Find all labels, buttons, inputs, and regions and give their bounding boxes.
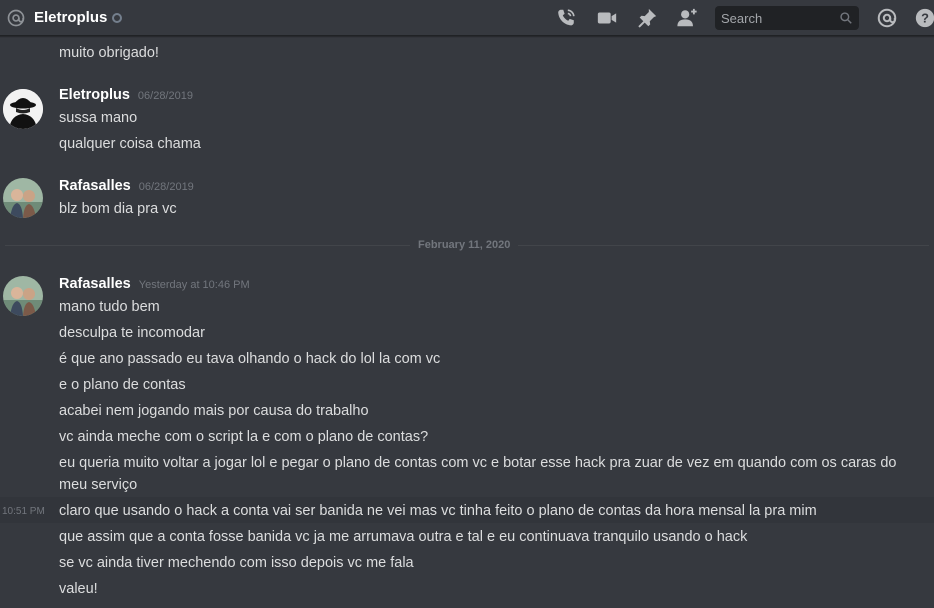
message-text: qualquer coisa chama — [59, 136, 201, 152]
pin-icon[interactable] — [636, 7, 658, 29]
author-name[interactable]: Eletroplus — [59, 87, 130, 103]
author-name[interactable]: Rafasalles — [59, 276, 131, 292]
search-box[interactable] — [715, 6, 859, 30]
message-text: mano tudo bem — [59, 299, 160, 315]
message-text: é que ano passado eu tava olhando o hack… — [59, 351, 441, 367]
avatar[interactable] — [3, 178, 43, 218]
add-friend-icon[interactable] — [676, 7, 698, 29]
message-author[interactable]: Rafasalles 06/28/2019 — [59, 178, 194, 194]
message-text: blz bom dia pra vc — [59, 201, 177, 217]
hover-timestamp: 10:51 PM — [2, 506, 45, 517]
message-timestamp: Yesterday at 10:46 PM — [138, 279, 250, 291]
date-divider: February 11, 2020 — [410, 239, 519, 251]
photo-avatar-icon — [3, 178, 43, 218]
message-author[interactable]: Eletroplus 06/28/2019 — [59, 87, 193, 103]
channel-header: Eletroplus ? — [0, 0, 934, 36]
help-icon[interactable]: ? — [914, 7, 934, 29]
message-text: e o plano de contas — [59, 377, 186, 393]
message-timestamp: 06/28/2019 — [137, 90, 193, 102]
search-icon — [840, 12, 852, 24]
message-text: se vc ainda tiver mechendo com isso depo… — [59, 555, 414, 571]
offline-status-icon — [112, 13, 122, 23]
avatar[interactable] — [3, 89, 43, 129]
message-text: muito obrigado! — [59, 45, 159, 61]
message-author[interactable]: Rafasalles Yesterday at 10:46 PM — [59, 276, 250, 292]
message-text: desculpa te incomodar — [59, 325, 205, 341]
video-icon[interactable] — [596, 7, 618, 29]
message-text: que assim que a conta fosse banida vc ja… — [59, 529, 748, 545]
message-text: meu serviço — [59, 477, 138, 493]
message-text: claro que usando o hack a conta vai ser … — [59, 503, 817, 519]
message-text: sussa mano — [59, 110, 138, 126]
svg-text:?: ? — [921, 11, 929, 26]
search-input[interactable] — [715, 6, 833, 30]
message-list: muito obrigado! Eletroplus 06/28/2019 sus… — [0, 37, 934, 608]
author-name[interactable]: Rafasalles — [59, 178, 131, 194]
message-text: acabei nem jogando mais por causa do tra… — [59, 403, 369, 419]
message-timestamp: 06/28/2019 — [138, 181, 194, 193]
avatar[interactable] — [3, 276, 43, 316]
message-text: eu queria muito voltar a jogar lol e peg… — [59, 455, 897, 471]
photo-avatar-icon — [3, 276, 43, 316]
message-text: vc ainda meche com o script la e com o p… — [59, 429, 429, 445]
spy-avatar-icon — [3, 89, 43, 129]
channel-name: Eletroplus — [34, 9, 108, 26]
message-text: valeu! — [59, 581, 98, 597]
call-icon[interactable] — [555, 7, 577, 29]
at-icon — [7, 9, 25, 27]
mentions-icon[interactable] — [876, 7, 898, 29]
